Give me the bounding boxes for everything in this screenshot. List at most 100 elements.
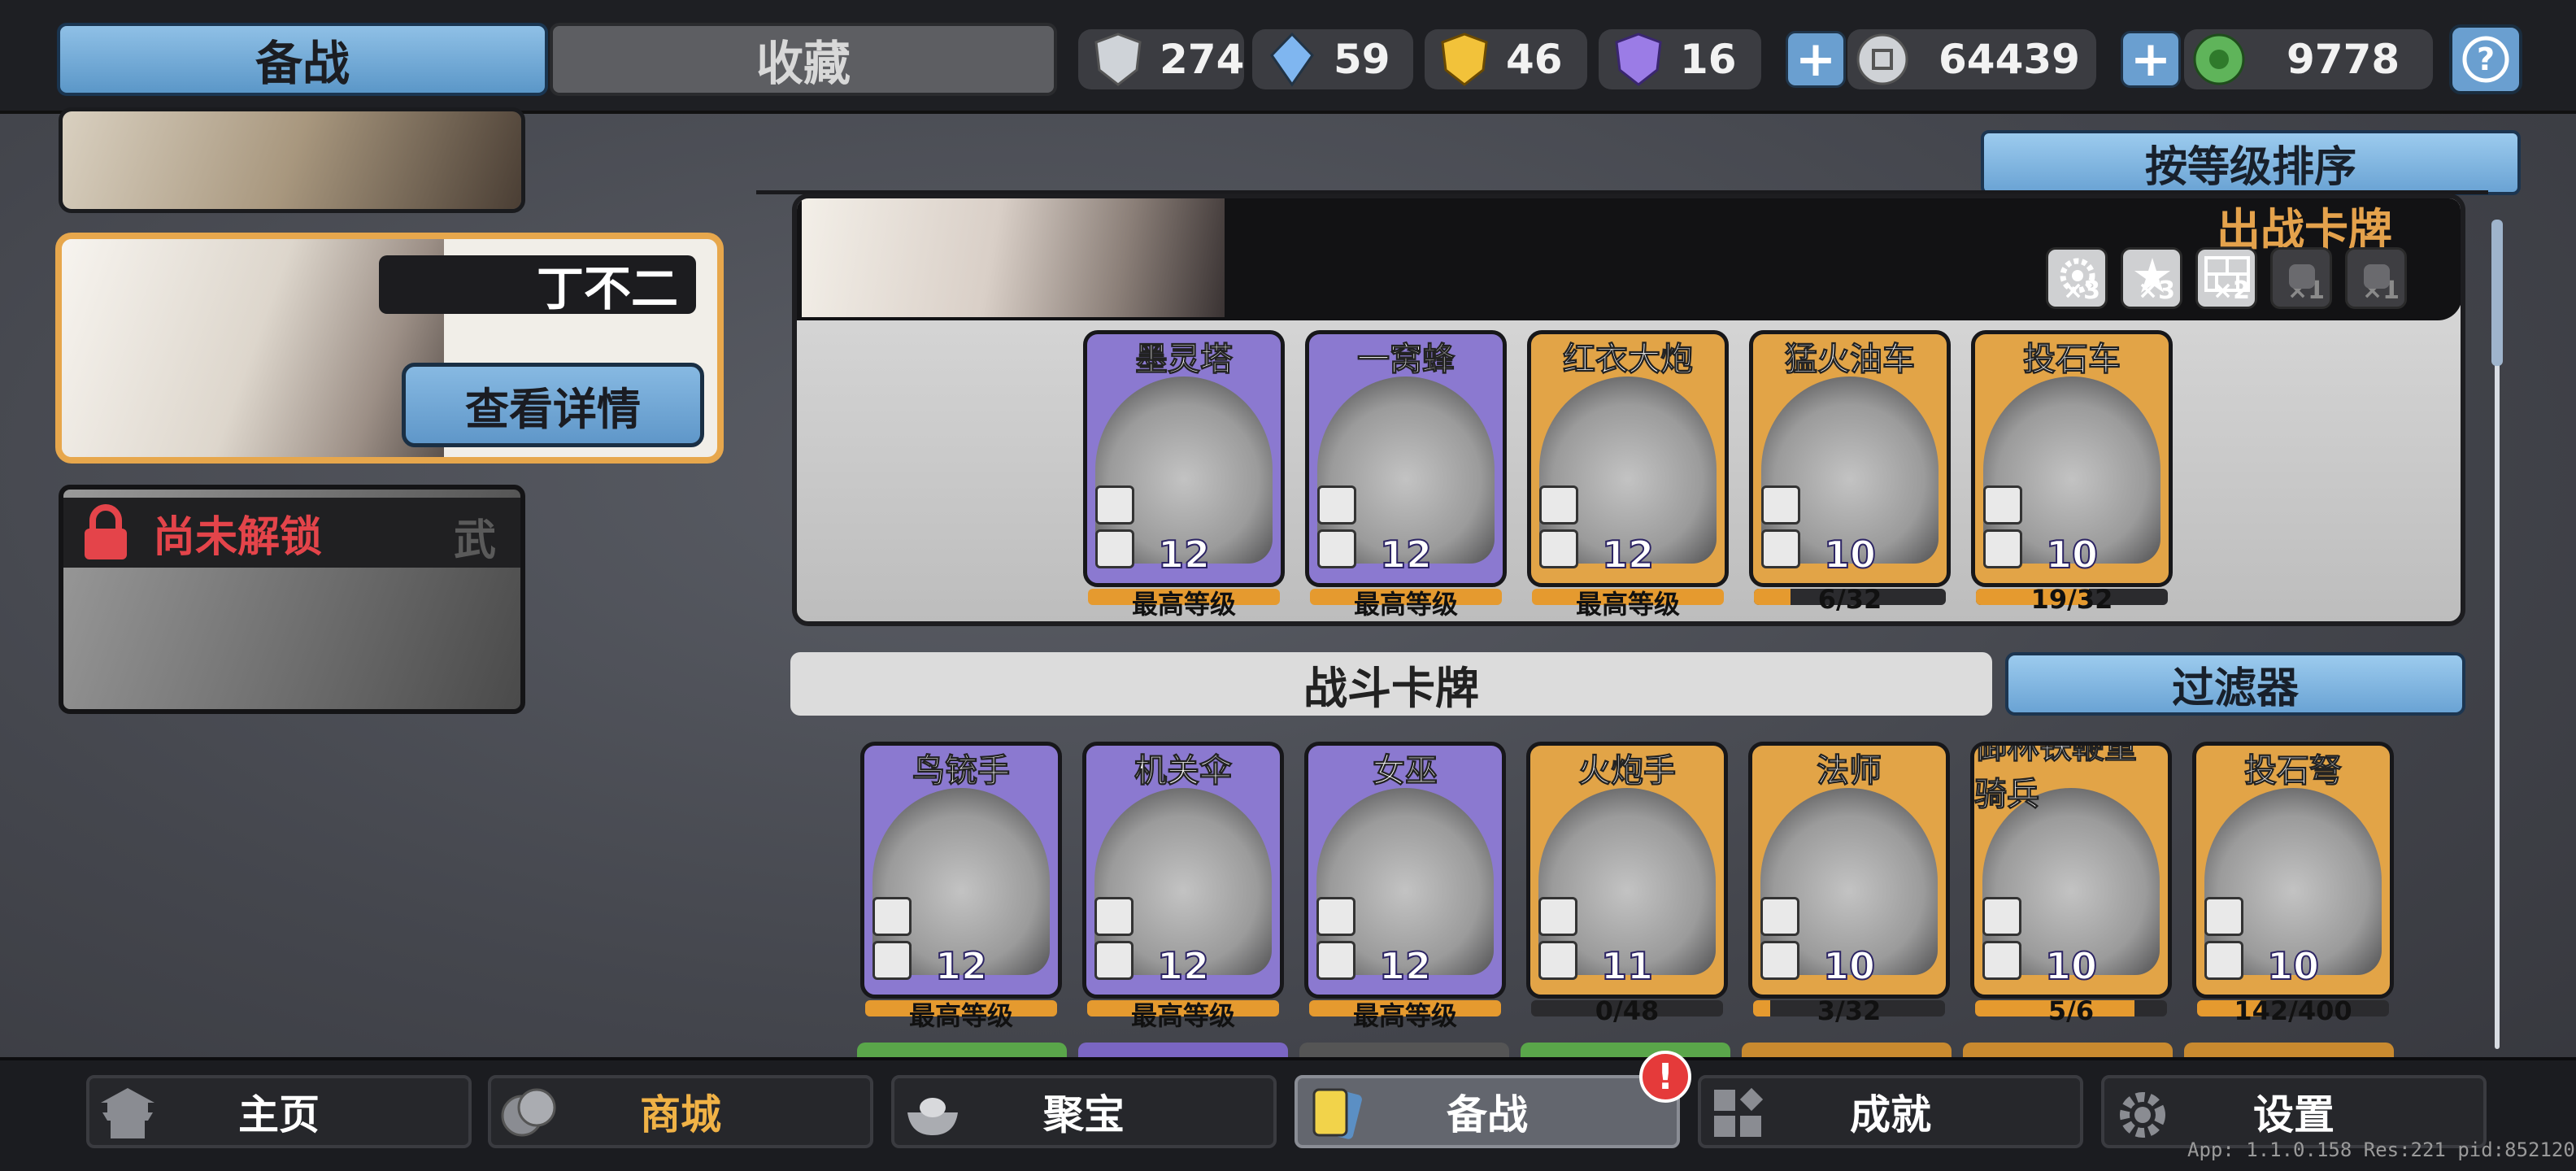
filter-button[interactable]: 过滤器 [2005, 652, 2465, 716]
unit-card[interactable]: 猛火油车 10 6/32 [1749, 330, 1951, 615]
card-name: 鸟铳手 [912, 752, 1011, 790]
card-type-icon [1094, 897, 1134, 936]
unit-card[interactable]: 投石车 10 19/32 [1971, 330, 2173, 615]
unit-card[interactable]: 鸟铳手 12 最高等级 [860, 742, 1062, 1031]
unit-card[interactable]: 火炮手 11 0/48 [1526, 742, 1728, 1026]
pagoda-icon [101, 1088, 154, 1138]
hero-card-selected[interactable]: 丁不二 查看详情 [55, 233, 724, 464]
tab-collection[interactable]: 收藏 [550, 23, 1057, 96]
tab-prepare[interactable]: 备战 [57, 23, 548, 96]
card-name: 投石车 [2023, 341, 2121, 379]
card-progress-label: 3/32 [1817, 995, 1882, 1026]
card-progress-label: 最高等级 [1131, 589, 1236, 620]
gold-shield-icon [1441, 33, 1488, 86]
card-level: 10 [2044, 943, 2098, 989]
card-frame: 投石车 10 [1971, 330, 2173, 587]
card-row-partial [1963, 1043, 2173, 1057]
card-frame: 猛火油车 10 [1749, 330, 1951, 587]
unit-card[interactable]: 一窝蜂 12 最高等级 [1305, 330, 1507, 620]
hero-card-partial[interactable] [59, 107, 525, 213]
achievements-icon [1714, 1087, 1764, 1137]
add-jade-coin-button[interactable]: + [2121, 31, 2181, 88]
nav-label: 设置 [2253, 1091, 2334, 1138]
card-frame: 投石弩 10 [2192, 742, 2394, 999]
card-row-partial [857, 1043, 1067, 1057]
locked-label: 尚未解锁 [153, 512, 323, 562]
battle-cards-header: 战斗卡牌 [790, 652, 1992, 716]
deck-hero-portrait [802, 198, 1225, 317]
view-details-button[interactable]: 查看详情 [402, 363, 704, 447]
card-frame: 墨灵塔 12 [1083, 330, 1285, 587]
unit-card[interactable]: 法师 10 3/32 [1748, 742, 1950, 1026]
nav-treasure[interactable]: 聚宝 [891, 1075, 1277, 1148]
nav-achievements[interactable]: 成就 [1698, 1075, 2083, 1148]
resource-gold-shield: 46 [1425, 29, 1587, 89]
resource-purple-shield: 16 [1599, 29, 1761, 89]
unit-card[interactable]: 机关伞 12 最高等级 [1082, 742, 1284, 1031]
card-level: 10 [2045, 532, 2099, 577]
card-level: 12 [934, 943, 988, 989]
card-type-icon [1317, 485, 1356, 525]
unit-card[interactable]: 红衣大炮 12 最高等级 [1527, 330, 1729, 620]
card-name: 墨灵塔 [1135, 341, 1234, 379]
nav-settings[interactable]: 设置 [2101, 1075, 2487, 1148]
resource-value: 16 [1680, 36, 1737, 83]
unit-card[interactable]: 投石弩 10 142/400 [2192, 742, 2394, 1026]
question-icon: ? [2462, 36, 2509, 83]
card-frame: 鸟铳手 12 [860, 742, 1062, 999]
card-level: 12 [1379, 532, 1433, 577]
card-name: 猛火油车 [1785, 341, 1916, 379]
card-row-partial [1078, 1043, 1288, 1057]
card-level: 10 [1822, 943, 1876, 989]
sort-by-level-button[interactable]: 按等级排序 [1981, 130, 2521, 195]
card-frame: 火炮手 11 [1526, 742, 1728, 999]
card-name: 投石弩 [2244, 752, 2343, 790]
fist-slot-icon [2364, 264, 2390, 289]
card-type-icon [1761, 485, 1800, 525]
card-type-icon [1982, 897, 2021, 936]
unit-card[interactable]: 墨灵塔 12 最高等级 [1083, 330, 1285, 620]
jade-coin-icon [2193, 33, 2245, 85]
card-progress-label: 最高等级 [1352, 1000, 1457, 1031]
card-frame: 御林铁鞭重骑兵 10 [1970, 742, 2172, 999]
card-level: 12 [1156, 943, 1210, 989]
resource-blue-crystal: 59 [1252, 29, 1413, 89]
card-row-partial [1299, 1043, 1509, 1057]
gear-slot-icon [2060, 258, 2095, 294]
help-button[interactable]: ? [2449, 24, 2522, 94]
unit-card[interactable]: 女巫 12 最高等级 [1304, 742, 1506, 1031]
card-name: 御林铁鞭重骑兵 [1974, 742, 2138, 814]
scrollbar-thumb[interactable] [2491, 220, 2503, 366]
hero-card-locked[interactable]: 尚未解锁 武 [59, 485, 525, 714]
currency-silver-coin: 64439 [1847, 29, 2096, 89]
card-type-icon [1539, 485, 1578, 525]
brick-slot-icon [2204, 256, 2250, 292]
card-frame: 女巫 12 [1304, 742, 1506, 999]
card-progress-label: 最高等级 [1353, 589, 1458, 620]
card-progress-label: 最高等级 [908, 1000, 1013, 1031]
nav-label: 聚宝 [1043, 1091, 1125, 1138]
card-frame: 法师 10 [1748, 742, 1950, 999]
card-type-icon [872, 897, 912, 936]
card-type-icon [1316, 897, 1355, 936]
card-row-partial [1521, 1043, 1730, 1057]
card-level: 12 [1601, 532, 1655, 577]
slot-gear: ×3 [2046, 247, 2108, 309]
card-progress-label: 最高等级 [1575, 589, 1680, 620]
resource-value: 59 [1334, 36, 1390, 83]
nav-label: 成就 [1850, 1091, 1931, 1138]
hero-name: 丁不二 [536, 261, 678, 316]
card-progress-label: 最高等级 [1130, 1000, 1235, 1031]
card-progress-label: 19/32 [2030, 584, 2113, 615]
card-progress-label: 6/32 [1817, 584, 1882, 615]
version-text: App: 1.1.0.158 Res:221 pid:852120 [2187, 1138, 2575, 1161]
nav-home[interactable]: 主页 [86, 1075, 472, 1148]
card-name: 火炮手 [1578, 752, 1677, 790]
nav-shop[interactable]: 商城 [488, 1075, 873, 1148]
card-level: 10 [2266, 943, 2320, 989]
add-silver-coin-button[interactable]: + [1786, 31, 1846, 88]
nav-prepare[interactable]: 备战 [1295, 1075, 1680, 1148]
currency-jade-coin: 9778 [2184, 29, 2433, 89]
card-frame: 机关伞 12 [1082, 742, 1284, 999]
unit-card[interactable]: 御林铁鞭重骑兵 10 5/6 [1970, 742, 2172, 1026]
